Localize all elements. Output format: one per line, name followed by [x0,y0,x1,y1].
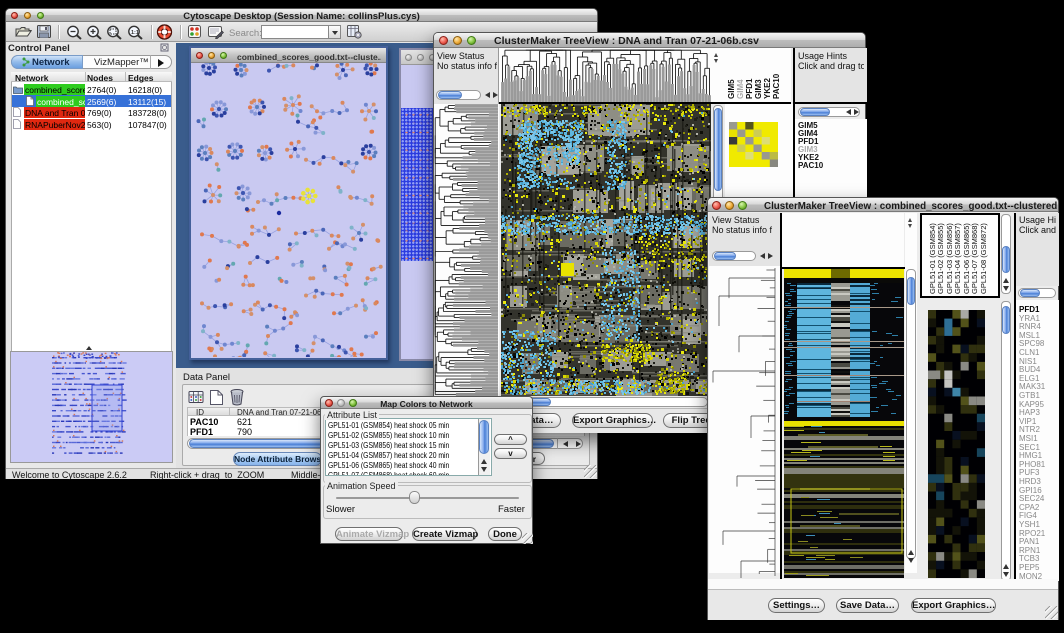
svg-text:1:1: 1:1 [131,30,139,36]
